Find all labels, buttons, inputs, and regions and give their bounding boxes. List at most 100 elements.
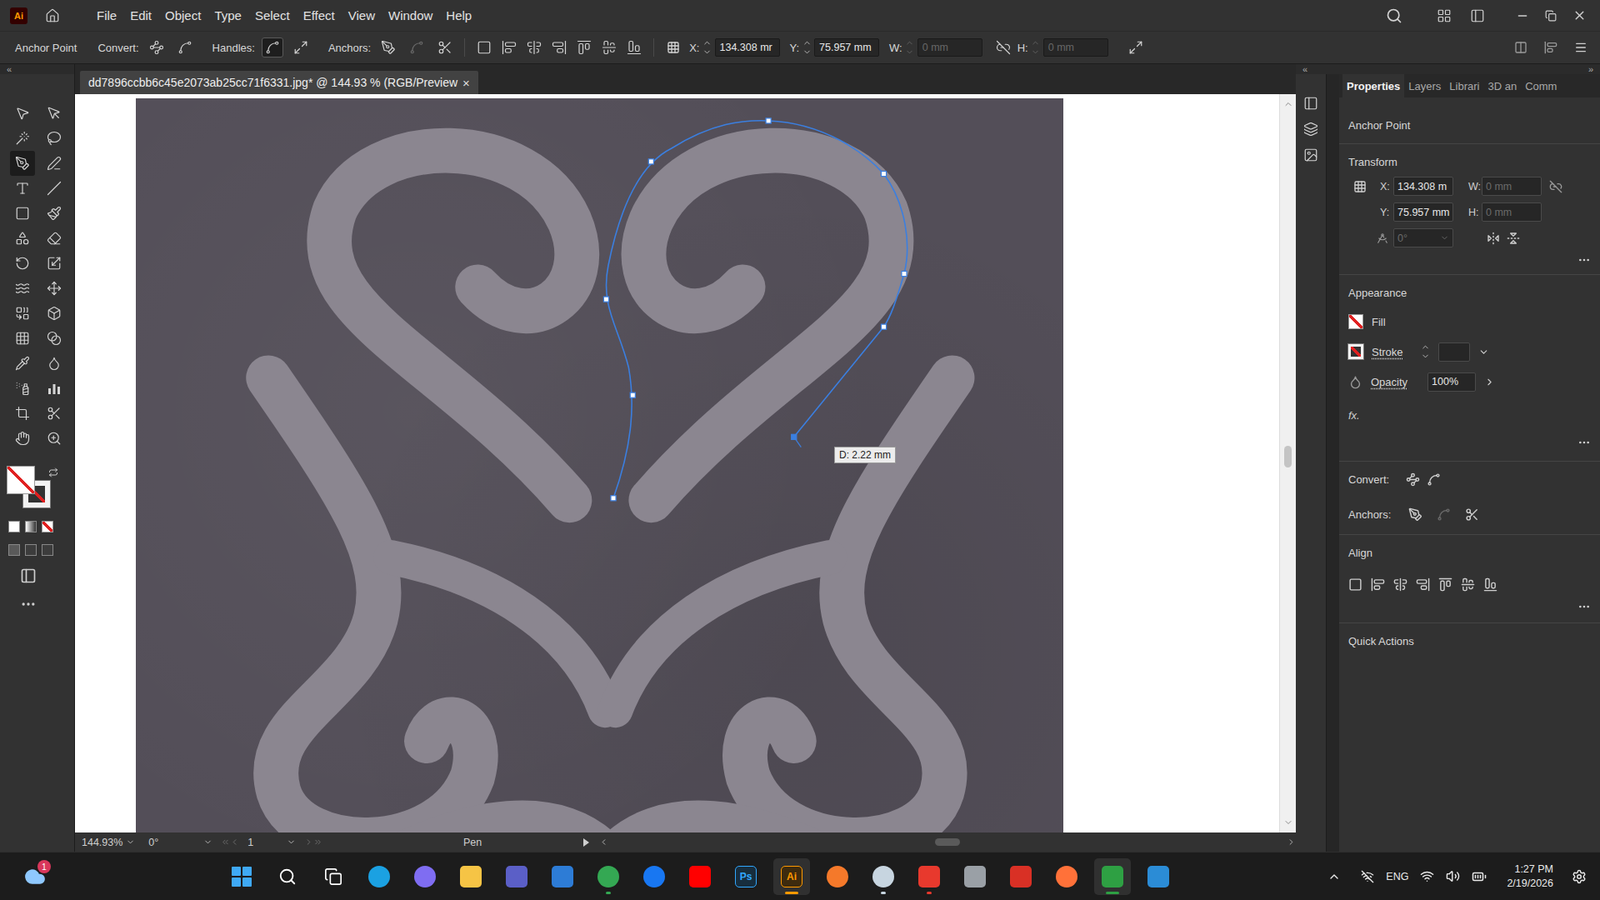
distribute-button[interactable] (1540, 37, 1562, 58)
align-to-button[interactable] (473, 37, 495, 58)
canvas[interactable]: D: 2.22 mm (75, 94, 1280, 833)
draw-normal-button[interactable] (8, 544, 20, 556)
taskbar-item[interactable] (819, 858, 856, 895)
taskbar-item[interactable]: Ai (773, 858, 810, 895)
stepper[interactable] (905, 38, 915, 57)
restore-button[interactable] (1536, 3, 1565, 29)
more-options-button[interactable] (1348, 250, 1591, 270)
horizontal-scrollbar[interactable] (599, 832, 1296, 852)
menu-item[interactable]: Type (207, 5, 249, 26)
paintbrush-tool[interactable] (41, 200, 67, 226)
type-tool[interactable] (10, 175, 35, 201)
constrain-button[interactable] (992, 37, 1015, 58)
shaper-tool[interactable] (10, 225, 35, 251)
anchor-button[interactable] (1404, 504, 1426, 525)
search-button[interactable] (1381, 3, 1407, 29)
stroke-label[interactable]: Stroke (1371, 345, 1404, 359)
collapse-toolbar-button[interactable]: « (6, 65, 12, 75)
eraser-tool[interactable] (41, 225, 67, 251)
shape-builder-tool[interactable] (10, 300, 35, 326)
scale-tool[interactable] (41, 250, 67, 276)
bezier-path[interactable] (605, 120, 907, 499)
transform-field[interactable]: 134.308 m (1393, 176, 1454, 196)
draw-inside-button[interactable] (41, 544, 54, 556)
coordinate-field[interactable]: 75.957 mm (814, 38, 880, 57)
opacity-label[interactable]: Opacity (1370, 375, 1408, 389)
blend-tool[interactable] (41, 350, 67, 376)
panel-tab[interactable]: Librari (1445, 74, 1484, 98)
menu-item[interactable]: Select (248, 5, 297, 26)
scroll-thumb[interactable] (1284, 445, 1292, 468)
symbol-sprayer-tool[interactable] (10, 375, 35, 401)
eyedropper-tool[interactable] (10, 350, 35, 376)
fill-swatch[interactable] (6, 465, 35, 495)
anchor-button[interactable] (1432, 504, 1455, 525)
menu-item[interactable]: Effect (296, 5, 342, 26)
isolate-button[interactable] (1510, 37, 1532, 58)
taskbar-item[interactable] (544, 858, 581, 895)
anchor-point[interactable] (630, 392, 635, 398)
stepper[interactable] (802, 38, 811, 57)
rotate-tool[interactable] (10, 250, 35, 276)
fill-swatch[interactable] (1348, 314, 1364, 330)
align-bottom-button[interactable] (623, 37, 645, 58)
workspace-button[interactable] (1465, 3, 1490, 29)
align-left-button[interactable] (498, 37, 520, 58)
line-tool[interactable] (41, 175, 67, 201)
graph-tool[interactable] (41, 375, 67, 401)
magic-wand-tool[interactable] (10, 125, 35, 151)
pen-path-overlay[interactable] (135, 98, 1064, 833)
close-button[interactable] (1565, 3, 1594, 29)
handles-button[interactable] (290, 37, 312, 58)
menu-item[interactable]: Help (439, 5, 479, 26)
taskbar-item[interactable] (956, 858, 994, 895)
align-vcenter-button[interactable] (598, 37, 620, 58)
collapse-panels-button[interactable]: « (1302, 65, 1308, 75)
zoom-tool[interactable] (41, 425, 67, 451)
anchor-button[interactable] (434, 37, 456, 58)
warp-tool[interactable] (10, 275, 35, 301)
stepper[interactable] (703, 38, 712, 57)
slice-tool[interactable] (41, 400, 67, 426)
anchor-button[interactable] (377, 37, 400, 58)
convert-corner-button[interactable] (145, 37, 168, 58)
taskbar-item[interactable]: Ps (727, 858, 765, 895)
home-button[interactable] (40, 3, 65, 29)
minimize-button[interactable] (1508, 3, 1537, 29)
effects-button[interactable]: fx. (1348, 409, 1360, 422)
taskbar-item[interactable] (865, 858, 902, 895)
align-top-button[interactable] (573, 37, 595, 58)
handles-button[interactable] (261, 37, 284, 58)
stroke-stepper[interactable] (1421, 342, 1430, 361)
anchor-point[interactable] (901, 270, 907, 276)
free-transform-tool[interactable] (41, 275, 67, 301)
rotation-angle[interactable]: 0° (148, 836, 159, 849)
gradient-tool[interactable] (41, 325, 67, 351)
taskbar-item[interactable] (223, 858, 260, 895)
perspective-tool[interactable] (41, 300, 67, 326)
anchor-point[interactable] (880, 171, 886, 177)
panel-tab[interactable]: 3D an (1483, 74, 1521, 98)
scroll-thumb[interactable] (935, 838, 960, 846)
menu-item[interactable]: Window (381, 5, 440, 26)
mesh-tool[interactable] (10, 325, 35, 351)
menu-item[interactable]: File (90, 5, 124, 26)
more-options-button[interactable] (1348, 597, 1591, 616)
taskbar-item[interactable] (681, 858, 719, 895)
input-language[interactable]: ENG (1385, 870, 1409, 883)
close-tab-button[interactable]: × (462, 75, 470, 90)
transform-field[interactable]: 75.957 mm (1393, 202, 1454, 222)
taskbar-item[interactable] (910, 858, 948, 895)
panel-tab[interactable]: Properties (1342, 74, 1405, 98)
anchor-button[interactable] (1460, 504, 1483, 525)
taskbar-item[interactable] (269, 858, 306, 895)
stroke-swatch[interactable] (1348, 344, 1364, 360)
anchor-point[interactable] (648, 159, 654, 165)
artboard-tool[interactable] (10, 400, 35, 426)
clock[interactable]: 1:27 PM2/19/2026 (1506, 863, 1554, 890)
panel-tab[interactable]: Layers (1404, 74, 1445, 98)
opacity-field[interactable]: 100% (1427, 372, 1476, 392)
transform-button[interactable] (1125, 37, 1147, 58)
align-hcenter-button[interactable] (523, 37, 545, 58)
convert-smooth-button[interactable] (174, 37, 196, 58)
